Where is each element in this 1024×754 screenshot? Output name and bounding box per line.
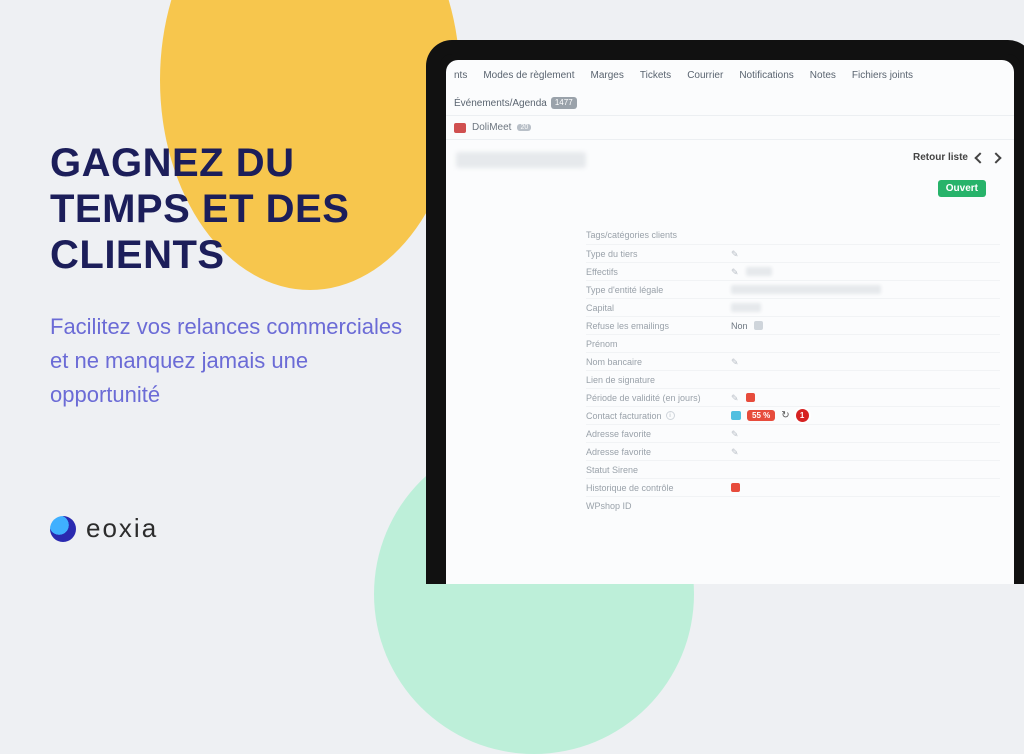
field-row: Période de validité (en jours) bbox=[586, 388, 1000, 406]
dolimeet-count: 20 bbox=[517, 124, 531, 131]
field-table: Tags/catégories clients Type du tiers Effe… bbox=[446, 226, 1014, 514]
field-row: Effectifs bbox=[586, 262, 1000, 280]
people-icon bbox=[454, 123, 466, 133]
pencil-icon[interactable] bbox=[731, 393, 740, 402]
tab-events[interactable]: Événements/Agenda 1477 bbox=[454, 97, 577, 109]
tab-2[interactable]: Marges bbox=[591, 70, 624, 81]
field-row: Capital bbox=[586, 298, 1000, 316]
brand-logo: eoxia bbox=[50, 513, 158, 544]
field-label: Adresse favorite bbox=[586, 447, 731, 457]
blurred-value bbox=[731, 303, 761, 312]
field-label: Lien de signature bbox=[586, 375, 731, 385]
field-value bbox=[731, 447, 740, 456]
tab-events-count: 1477 bbox=[551, 97, 577, 109]
field-row: Adresse favorite bbox=[586, 442, 1000, 460]
dolimeet-tab[interactable]: DoliMeet bbox=[472, 122, 511, 133]
field-value: Non bbox=[731, 321, 763, 331]
field-label: Historique de contrôle bbox=[586, 483, 731, 493]
reload-icon[interactable]: ↻ bbox=[781, 410, 789, 421]
pencil-icon[interactable] bbox=[731, 447, 740, 456]
field-label: Capital bbox=[586, 303, 731, 313]
blurred-value bbox=[731, 285, 881, 294]
field-label: Contact facturationi bbox=[586, 411, 731, 421]
grey-square-icon bbox=[754, 321, 763, 330]
status-badge: Ouvert bbox=[938, 180, 986, 197]
field-label: Tags/catégories clients bbox=[586, 230, 731, 240]
field-row: Nom bancaire bbox=[586, 352, 1000, 370]
field-value bbox=[731, 483, 740, 492]
secondary-tabs: DoliMeet 20 bbox=[446, 116, 1014, 140]
field-label: Nom bancaire bbox=[586, 357, 731, 367]
tab-3[interactable]: Tickets bbox=[640, 70, 671, 81]
tab-7[interactable]: Fichiers joints bbox=[852, 70, 913, 81]
field-row: Adresse favorite bbox=[586, 424, 1000, 442]
field-label: Effectifs bbox=[586, 267, 731, 277]
field-row: Refuse les emailingsNon bbox=[586, 316, 1000, 334]
field-value bbox=[731, 303, 761, 312]
info-icon[interactable]: i bbox=[666, 411, 675, 420]
pencil-icon[interactable] bbox=[731, 249, 740, 258]
red-square-icon bbox=[746, 393, 755, 402]
tab-5[interactable]: Notifications bbox=[739, 70, 793, 81]
blurred-value bbox=[746, 267, 772, 276]
pencil-icon[interactable] bbox=[731, 357, 740, 366]
field-value bbox=[731, 357, 740, 366]
field-value bbox=[731, 285, 881, 294]
pencil-icon[interactable] bbox=[731, 429, 740, 438]
field-row: Statut Sirene bbox=[586, 460, 1000, 478]
tab-4[interactable]: Courrier bbox=[687, 70, 723, 81]
chevron-left-icon[interactable] bbox=[974, 152, 985, 163]
field-label: Type d'entité légale bbox=[586, 285, 731, 295]
field-label: Prénom bbox=[586, 339, 731, 349]
back-to-list[interactable]: Retour liste bbox=[913, 152, 1000, 163]
field-value bbox=[731, 249, 740, 258]
cyan-square-icon bbox=[731, 411, 741, 420]
subheadline: Facilitez vos relances commerciales et n… bbox=[50, 310, 410, 412]
percent-badge: 55 % bbox=[747, 410, 775, 421]
tab-1[interactable]: Modes de règlement bbox=[483, 70, 574, 81]
app-screen: nts Modes de règlement Marges Tickets Courri… bbox=[446, 60, 1014, 584]
headline: GAGNEZ DU TEMPS ET DES CLIENTS bbox=[50, 140, 410, 278]
tab-events-label: Événements/Agenda bbox=[454, 98, 547, 109]
field-label: Type du tiers bbox=[586, 249, 731, 259]
tab-6[interactable]: Notes bbox=[810, 70, 836, 81]
field-row: WPshop ID bbox=[586, 496, 1000, 514]
red-square-icon bbox=[731, 483, 740, 492]
field-value bbox=[731, 429, 740, 438]
tab-0[interactable]: nts bbox=[454, 70, 467, 81]
back-label: Retour liste bbox=[913, 152, 968, 163]
field-label: Adresse favorite bbox=[586, 429, 731, 439]
field-label: Période de validité (en jours) bbox=[586, 393, 731, 403]
top-tabs: nts Modes de règlement Marges Tickets Courri… bbox=[446, 60, 1014, 116]
alert-count-badge: 1 bbox=[796, 409, 809, 422]
record-title-blurred bbox=[456, 152, 586, 168]
laptop-frame: nts Modes de règlement Marges Tickets Courri… bbox=[426, 40, 1024, 584]
marketing-panel: GAGNEZ DU TEMPS ET DES CLIENTS Facilitez… bbox=[50, 140, 410, 412]
field-value bbox=[731, 267, 772, 276]
field-label: WPshop ID bbox=[586, 501, 731, 511]
field-row: Type d'entité légale bbox=[586, 280, 1000, 298]
field-row: Type du tiers bbox=[586, 244, 1000, 262]
brand-logo-text: eoxia bbox=[86, 513, 158, 544]
field-value: 55 % ↻ 1 bbox=[731, 409, 809, 422]
field-row: Tags/catégories clients bbox=[586, 226, 1000, 244]
field-row: Contact facturationi 55 % ↻ 1 bbox=[586, 406, 1000, 424]
field-row: Historique de contrôle bbox=[586, 478, 1000, 496]
field-value bbox=[731, 393, 755, 402]
field-text: Non bbox=[731, 321, 748, 331]
record-header: Retour liste bbox=[446, 140, 1014, 176]
field-row: Lien de signature bbox=[586, 370, 1000, 388]
brand-logo-mark bbox=[50, 516, 76, 542]
chevron-right-icon[interactable] bbox=[990, 152, 1001, 163]
field-row: Prénom bbox=[586, 334, 1000, 352]
pencil-icon[interactable] bbox=[731, 267, 740, 276]
field-label: Refuse les emailings bbox=[586, 321, 731, 331]
field-label: Statut Sirene bbox=[586, 465, 731, 475]
